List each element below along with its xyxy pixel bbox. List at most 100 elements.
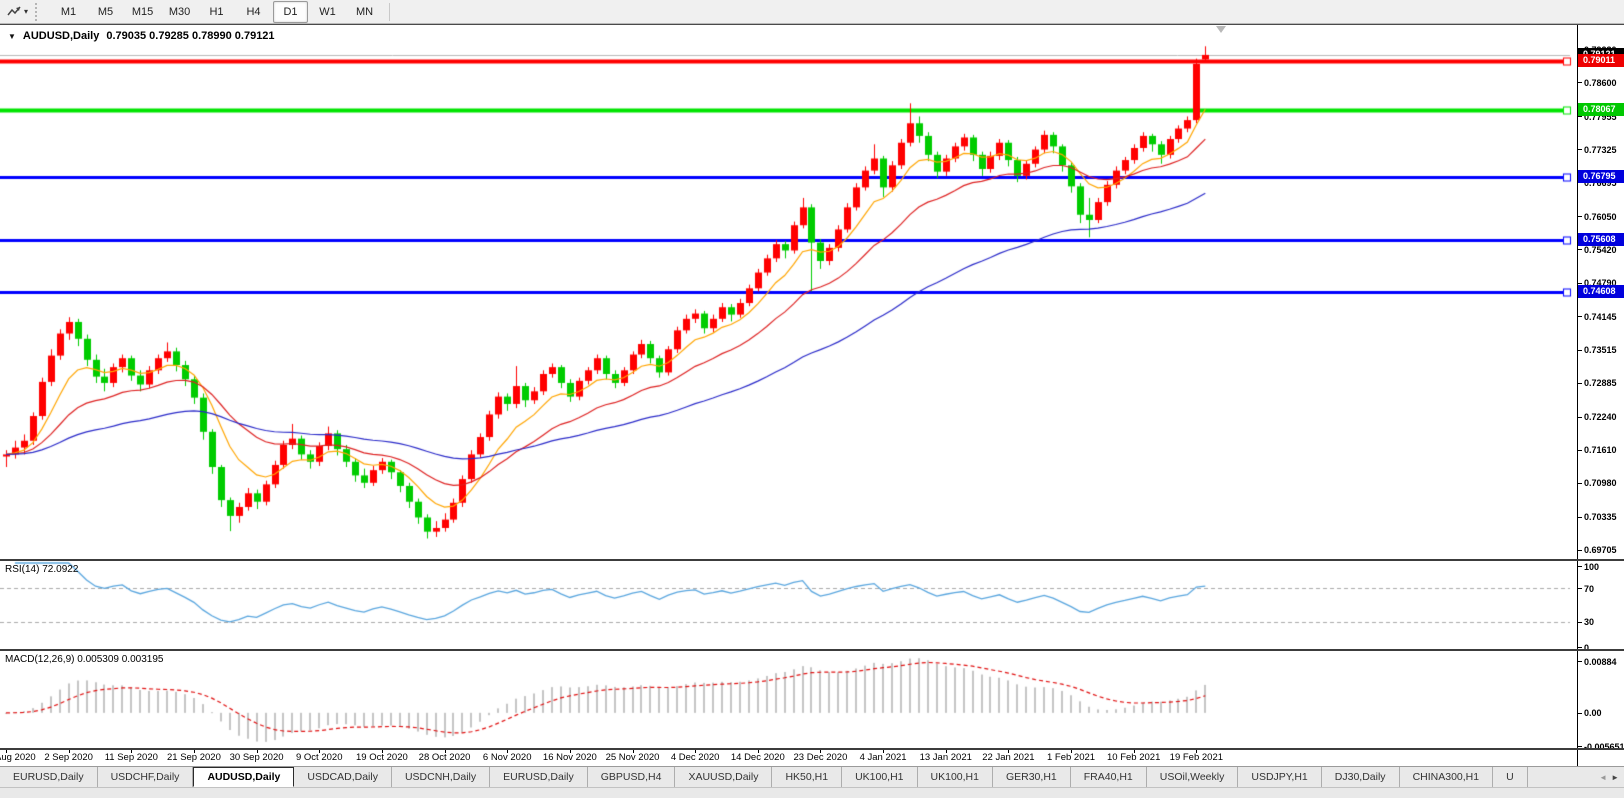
chart-tabs-bar: EURUSD,Daily USDCHF,Daily AUDUSD,Daily USDC…	[0, 767, 1624, 788]
tick-text: 0.69705	[1584, 545, 1617, 556]
time-tick-label: 4 Dec 2020	[670, 752, 720, 763]
timeframe-button-d1[interactable]: D1	[273, 0, 309, 23]
tick-text: 0.75420	[1584, 244, 1617, 255]
rsi-label: RSI(14) 72.0922	[5, 564, 79, 575]
tick-mark	[1578, 482, 1582, 484]
tab-item[interactable]: EURUSD,Daily	[490, 767, 588, 787]
rsi-axis[interactable]: 100 70 30 0	[1577, 561, 1624, 649]
price-tick-label: 0.70335	[1578, 512, 1624, 523]
tick-mark	[1578, 116, 1582, 118]
tick-text: 0.77325	[1584, 144, 1617, 155]
price-axis[interactable]: 0.792300.786000.779550.773250.766950.760…	[1577, 25, 1624, 559]
rsi-canvas[interactable]	[0, 561, 1577, 649]
tick-text: 0.76050	[1584, 211, 1617, 222]
tab-item-active[interactable]: AUDUSD,Daily	[193, 767, 295, 787]
crosshair-tool-icon[interactable]	[4, 3, 24, 21]
scroll-left-icon[interactable]: ◄	[1599, 773, 1607, 782]
timeframe-button-m5[interactable]: M5	[88, 1, 123, 23]
tab-item[interactable]: UK100,H1	[842, 767, 918, 787]
price-tick-label: 0.71610	[1578, 445, 1624, 456]
time-tick-label: 30 Sep 2020	[229, 752, 284, 763]
rsi-tick-label: 100	[1578, 561, 1624, 572]
macd-axis[interactable]: 0.00884 0.00 -0.005651	[1577, 651, 1624, 748]
tab-item[interactable]: EURUSD,Daily	[0, 767, 98, 787]
macd-canvas[interactable]	[0, 651, 1577, 748]
symbol-title: AUDUSD,Daily	[22, 30, 100, 42]
tick-text: 0.74145	[1584, 311, 1617, 322]
collapse-arrow-icon[interactable]: ▼	[8, 32, 16, 41]
tick-mark	[1578, 349, 1582, 351]
tab-item[interactable]: USDJPY,H1	[1238, 767, 1322, 787]
time-tick-label: 4 Jan 2021	[859, 752, 907, 763]
tick-mark	[1578, 416, 1582, 418]
timeframe-button-w1[interactable]: W1	[310, 1, 345, 23]
tab-item[interactable]: GER30,H1	[992, 767, 1071, 787]
timeframes-toolbar: ▾ M1 M5 M15 M30 H1 H4 D1 W1 MN	[0, 0, 1624, 24]
time-tick-label: 14 Dec 2020	[730, 752, 785, 763]
rsi-tick-label: 0	[1578, 642, 1624, 649]
crosshair-tool-glyph	[7, 6, 21, 15]
tab-scroll-arrows: ◄ ►	[1594, 767, 1624, 787]
tick-text: 100	[1584, 561, 1600, 572]
time-tick-label: 2 Sep 2020	[44, 752, 93, 763]
rsi-indicator-pane: 100 70 30 0 RSI(14) 72.0922	[0, 561, 1624, 651]
main-chart-canvas[interactable]	[0, 25, 1577, 559]
tab-item[interactable]: U	[1493, 767, 1528, 787]
tick-mark	[1578, 316, 1582, 318]
tick-mark	[1578, 282, 1582, 284]
tab-item[interactable]: USDCHF,Daily	[97, 767, 194, 787]
timeframe-button-m1[interactable]: M1	[51, 1, 86, 23]
tick-mark	[1578, 621, 1582, 623]
timeframe-button-mn[interactable]: MN	[347, 1, 382, 23]
tab-item[interactable]: FRA40,H1	[1070, 767, 1147, 787]
timeframe-button-h4[interactable]: H4	[236, 1, 271, 23]
dropdown-caret-icon[interactable]: ▾	[24, 7, 28, 16]
ohlc-values: 0.79035 0.79285 0.78990 0.79121	[106, 30, 275, 42]
macd-indicator-pane: 0.00884 0.00 -0.005651 MACD(12,26,9) 0.005…	[0, 651, 1624, 750]
tick-text: 0.70335	[1584, 512, 1617, 523]
price-tick-label: 0.74145	[1578, 311, 1624, 322]
price-tick-label: 0.77325	[1578, 144, 1624, 155]
price-tick-label: 0.72885	[1578, 378, 1624, 389]
toolbar-separator	[389, 2, 391, 21]
chart-shift-marker-icon[interactable]	[1216, 26, 1226, 33]
time-tick-label: 10 Feb 2021	[1107, 752, 1161, 763]
level-price-badge: 0.75608	[1578, 232, 1624, 246]
timeframe-button-h1[interactable]: H1	[199, 1, 234, 23]
tick-mark	[1578, 382, 1582, 384]
tab-item[interactable]: HK50,H1	[772, 767, 843, 787]
mt4-window: ▾ M1M5M15M30H1H4D1W1MN 0.792300.786000.7…	[0, 0, 1624, 798]
tab-item[interactable]: USDCNH,Daily	[391, 767, 491, 787]
level-price-badge: 0.79011	[1578, 53, 1624, 67]
tab-item[interactable]: GBPUSD,H4	[587, 767, 676, 787]
time-tick-label: 9 Oct 2020	[296, 752, 343, 763]
tick-mark	[1578, 588, 1582, 590]
time-axis[interactable]: 24 Aug 20202 Sep 202011 Sep 202021 Sep 2…	[0, 750, 1624, 767]
level-price-badge: 0.76795	[1578, 170, 1624, 184]
tick-mark	[1578, 647, 1582, 648]
tick-mark	[1578, 516, 1582, 518]
scroll-right-icon[interactable]: ►	[1611, 773, 1619, 782]
rsi-tick-label: 30	[1578, 617, 1624, 628]
tick-mark	[1578, 82, 1582, 84]
time-tick-label: 22 Jan 2021	[982, 752, 1035, 763]
tick-mark	[1578, 712, 1582, 714]
tab-item[interactable]: USDCAD,Daily	[294, 767, 392, 787]
tab-item[interactable]: XAUUSD,Daily	[675, 767, 773, 787]
toolbar-grip[interactable]	[35, 2, 42, 21]
timeframe-button-m30[interactable]: M30	[162, 1, 197, 23]
tick-mark	[1578, 449, 1582, 451]
tab-item[interactable]: UK100,H1	[917, 767, 993, 787]
tick-text: -0.005651	[1584, 741, 1624, 750]
time-tick-label: 25 Nov 2020	[605, 752, 660, 763]
time-tick-label: 11 Sep 2020	[104, 752, 158, 763]
tab-item[interactable]: CHINA300,H1	[1399, 767, 1494, 787]
tab-item[interactable]: DJ30,Daily	[1321, 767, 1400, 787]
chart-area: 0.792300.786000.779550.773250.766950.760…	[0, 24, 1624, 767]
level-price-badge: 0.74608	[1578, 285, 1624, 299]
timeframe-button-m15[interactable]: M15	[125, 1, 160, 23]
tab-item[interactable]: USOil,Weekly	[1146, 767, 1239, 787]
rsi-tick-label: 70	[1578, 583, 1624, 594]
price-tick-label: 0.76050	[1578, 211, 1624, 222]
time-tick-label: 19 Feb 2021	[1169, 752, 1224, 763]
